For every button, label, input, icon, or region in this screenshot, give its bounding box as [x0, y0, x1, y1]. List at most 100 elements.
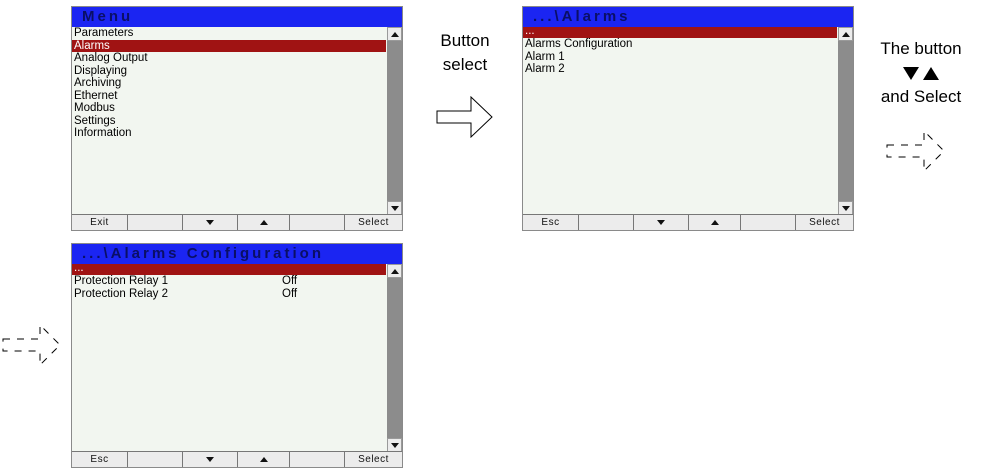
menu-item-label: Alarms	[74, 39, 110, 52]
down-arrow-icon	[206, 457, 214, 462]
title-bar: ...\Alarms Configuration	[72, 244, 402, 264]
up-arrow-icon	[259, 220, 268, 225]
menu-item[interactable]: Parameters	[72, 27, 386, 40]
blank-softkey[interactable]	[290, 452, 345, 467]
menu-item-label: Displaying	[74, 64, 128, 77]
alarms-screen: ...\Alarms... Alarms Configuration Alarm 1…	[522, 6, 854, 231]
menu-item-label: Protection Relay 1	[74, 275, 168, 287]
blank-softkey[interactable]	[128, 452, 183, 467]
scroll-down-icon	[390, 442, 399, 448]
nav-instruction-caption: The button and Select	[860, 37, 981, 109]
menu-item-label: Settings	[74, 114, 116, 127]
menu-list: Parameters Alarms Analog Output Displaying A…	[72, 27, 386, 140]
scroll-down-icon	[841, 205, 850, 211]
select-softkey[interactable]: Select	[345, 215, 402, 230]
menu-item[interactable]: Archiving	[72, 77, 386, 90]
menu-item[interactable]: Alarms Configuration	[523, 38, 837, 51]
button-select-line2: select	[442, 55, 488, 74]
arrow-keys-icons	[860, 61, 981, 85]
scroll-down-button[interactable]	[387, 201, 402, 215]
menu-item-label: Information	[74, 127, 132, 139]
up-arrow-icon	[710, 220, 719, 225]
menu-item-label: Parameters	[74, 27, 134, 39]
menu-item[interactable]: Analog Output	[72, 52, 386, 65]
menu-item-label: ...	[74, 262, 84, 274]
scroll-down-icon	[390, 205, 399, 211]
menu-item[interactable]: Alarm 2	[523, 63, 837, 76]
esc-softkey[interactable]: Esc	[72, 452, 128, 467]
solid-right-arrow-icon	[436, 96, 493, 138]
menu-item[interactable]: Protection Relay 2 Off	[72, 288, 386, 301]
menu-item-label: Alarms Configuration	[525, 38, 633, 50]
menu-screen: Menu Parameters Alarms Analog Output Display…	[71, 6, 403, 231]
up-triangle-icon	[923, 66, 939, 80]
down-softkey[interactable]	[634, 215, 689, 230]
screen-title: ...\Alarms Configuration	[82, 245, 325, 262]
softkey-bar: Exit Select	[72, 214, 402, 230]
menu-item-label: Archiving	[74, 77, 122, 89]
menu-item-label: Modbus	[74, 102, 115, 114]
menu-item[interactable]: ...	[523, 25, 837, 38]
down-softkey[interactable]	[183, 452, 238, 467]
menu-item-label: Analog Output	[74, 52, 148, 64]
screen-title: ...\Alarms	[533, 8, 631, 25]
menu-item[interactable]: ...	[72, 262, 386, 275]
dashed-right-arrow-icon	[886, 129, 945, 173]
menu-item-value: Off	[282, 287, 298, 300]
menu-item[interactable]: Alarm 1	[523, 51, 837, 64]
up-softkey[interactable]	[689, 215, 741, 230]
menu-list: ... Protection Relay 1 Off Protection Relay…	[72, 262, 386, 301]
scroll-up-button[interactable]	[838, 27, 853, 41]
menu-item-label: Ethernet	[74, 89, 118, 102]
button-select-line1: Button	[440, 31, 490, 50]
menu-item-value: Off	[282, 275, 298, 287]
select-softkey[interactable]: Select	[345, 452, 402, 467]
menu-item[interactable]: Displaying	[72, 65, 386, 78]
title-bar: ...\Alarms	[523, 7, 853, 27]
down-arrow-icon	[206, 220, 214, 225]
the-button-text: The button	[880, 39, 962, 58]
scrollbar[interactable]	[838, 27, 853, 215]
menu-item[interactable]: Information	[72, 127, 386, 140]
blank-softkey[interactable]	[290, 215, 345, 230]
scroll-up-icon	[390, 31, 399, 37]
up-softkey[interactable]	[238, 215, 290, 230]
scroll-down-button[interactable]	[838, 201, 853, 215]
menu-item[interactable]: Protection Relay 1 Off	[72, 275, 386, 288]
scrollbar[interactable]	[387, 264, 402, 452]
scroll-up-button[interactable]	[387, 27, 402, 41]
scroll-up-button[interactable]	[387, 264, 402, 278]
button-select-caption: Button select	[420, 29, 510, 77]
down-arrow-icon	[657, 220, 665, 225]
screen-title: Menu	[82, 8, 134, 25]
up-arrow-icon	[259, 457, 268, 462]
menu-item-label: Alarm 2	[525, 63, 565, 75]
blank-softkey[interactable]	[128, 215, 183, 230]
scroll-up-icon	[841, 31, 850, 37]
blank-softkey[interactable]	[579, 215, 634, 230]
dashed-right-arrow-icon	[2, 323, 61, 367]
softkey-bar: Esc Select	[523, 214, 853, 230]
menu-item-label: ...	[525, 25, 535, 37]
exit-softkey[interactable]: Exit	[72, 215, 128, 230]
menu-item-label: Protection Relay 2	[74, 287, 168, 300]
down-triangle-icon	[903, 66, 919, 80]
menu-item[interactable]: Alarms	[72, 39, 386, 52]
and-select-text: and Select	[880, 87, 962, 106]
select-softkey[interactable]: Select	[796, 215, 853, 230]
menu-item[interactable]: Ethernet	[72, 90, 386, 103]
blank-softkey[interactable]	[741, 215, 796, 230]
title-bar: Menu	[72, 7, 402, 27]
menu-item-label: Alarm 1	[525, 50, 565, 63]
scroll-up-icon	[390, 268, 399, 274]
alarms-configuration-screen: ...\Alarms Configuration... Protection Re…	[71, 243, 403, 468]
menu-item[interactable]: Modbus	[72, 102, 386, 115]
softkey-bar: Esc Select	[72, 451, 402, 467]
menu-item[interactable]: Settings	[72, 115, 386, 128]
scroll-down-button[interactable]	[387, 438, 402, 452]
esc-softkey[interactable]: Esc	[523, 215, 579, 230]
up-softkey[interactable]	[238, 452, 290, 467]
down-softkey[interactable]	[183, 215, 238, 230]
scrollbar[interactable]	[387, 27, 402, 215]
menu-list: ... Alarms Configuration Alarm 1 Alarm 2	[523, 25, 837, 76]
